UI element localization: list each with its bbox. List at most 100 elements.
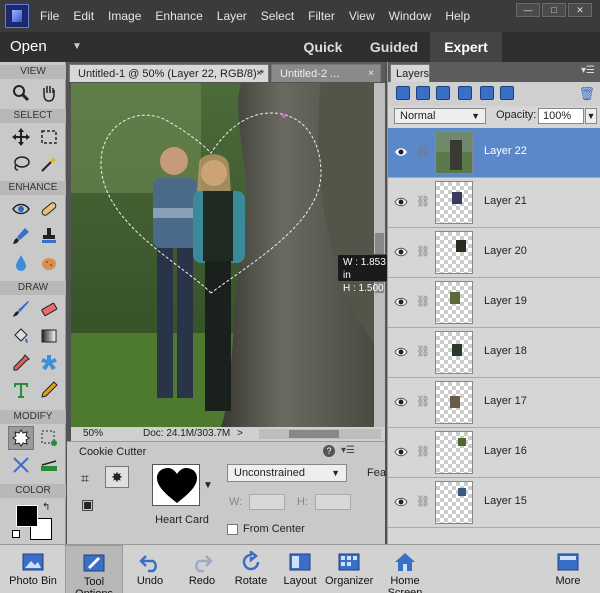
gradient-icon[interactable] [36, 324, 62, 348]
shape-picker[interactable] [152, 464, 200, 506]
organizer-button[interactable]: Organizer [325, 545, 373, 593]
visibility-eye-icon[interactable] [394, 495, 408, 509]
menu-window[interactable]: Window [389, 9, 432, 23]
maximize-button[interactable]: □ [542, 3, 566, 17]
more-button[interactable]: More [548, 545, 588, 593]
mode-expert-tab[interactable]: Expert [430, 32, 502, 62]
layer-row[interactable]: ⛓ Layer 20 [388, 228, 600, 278]
undo-button[interactable]: Undo [128, 545, 172, 593]
from-center-checkbox[interactable] [227, 524, 238, 535]
height-input[interactable] [315, 494, 351, 510]
tool-options-button[interactable]: Tool Options [65, 545, 123, 593]
menu-layer[interactable]: Layer [217, 9, 247, 23]
layers-tab[interactable]: Layers [390, 64, 430, 82]
chevron-down-icon[interactable]: ▼ [72, 41, 82, 52]
close-tab-icon[interactable]: × [256, 65, 262, 83]
move-icon[interactable] [8, 125, 34, 149]
hand-icon[interactable] [36, 81, 62, 105]
layout-button[interactable]: Layout [278, 545, 322, 593]
visibility-eye-icon[interactable] [394, 445, 408, 459]
blur-icon[interactable] [8, 251, 34, 275]
sponge-icon[interactable] [36, 251, 62, 275]
opacity-input[interactable]: 100% [538, 108, 584, 124]
menu-select[interactable]: Select [261, 9, 294, 23]
chevron-down-icon[interactable]: ▼ [585, 108, 597, 124]
link-icon[interactable]: ⛓ [416, 345, 430, 358]
link-icon[interactable]: ⛓ [416, 245, 430, 258]
pencil-icon[interactable] [36, 378, 62, 402]
link-icon[interactable]: ⛓ [416, 395, 430, 408]
zoom-level[interactable]: 50% [83, 427, 103, 441]
chevron-down-icon[interactable]: ▼ [203, 480, 213, 491]
visibility-eye-icon[interactable] [394, 195, 408, 209]
cookie-cutter-icon[interactable] [8, 426, 34, 450]
magic-wand-icon[interactable] [36, 152, 62, 176]
link-icon[interactable]: ⛓ [416, 445, 430, 458]
redo-button[interactable]: Redo [180, 545, 224, 593]
home-screen-button[interactable]: Home Screen [374, 545, 436, 593]
eraser-icon[interactable] [36, 297, 62, 321]
document-tab-untitled-2[interactable]: Untitled-2 ... × [271, 64, 381, 82]
layer-row[interactable]: ⛓ Layer 15 [388, 478, 600, 528]
visibility-eye-icon[interactable] [394, 295, 408, 309]
layer-row[interactable]: ⛓ Layer 21 [388, 178, 600, 228]
layer-row[interactable]: ⛓ Layer 19 [388, 278, 600, 328]
document-tab-untitled-1[interactable]: Untitled-1 @ 50% (Layer 22, RGB/8) * × [69, 64, 269, 82]
image-canvas[interactable] [71, 83, 374, 427]
clone-stamp-icon[interactable] [36, 224, 62, 248]
red-eye-icon[interactable] [8, 197, 34, 221]
cookie-cutter-icon[interactable]: ✸ [105, 466, 129, 488]
minimize-button[interactable]: — [516, 3, 540, 17]
panel-menu-icon[interactable]: ▾☰ [341, 445, 355, 456]
smart-brush-icon[interactable] [8, 224, 34, 248]
paint-bucket-icon[interactable] [8, 324, 34, 348]
default-colors-icon[interactable] [12, 530, 20, 538]
zoom-icon[interactable] [8, 81, 34, 105]
type-icon[interactable] [8, 378, 34, 402]
menu-image[interactable]: Image [108, 9, 141, 23]
custom-shape-icon[interactable] [36, 351, 62, 375]
brush-icon[interactable] [8, 297, 34, 321]
layer-row[interactable]: ⛓ Layer 16 [388, 428, 600, 478]
trash-icon[interactable]: 🗑 [578, 86, 595, 102]
rotate-button[interactable]: Rotate [230, 545, 272, 593]
foreground-color-swatch[interactable] [16, 505, 38, 527]
content-aware-move-icon[interactable] [8, 453, 34, 477]
link-icon[interactable]: ⛓ [416, 195, 430, 208]
visibility-eye-icon[interactable] [394, 345, 408, 359]
crop-icon[interactable]: ⌗ [81, 470, 89, 487]
menu-view[interactable]: View [349, 9, 375, 23]
lock-transparency-icon[interactable] [480, 86, 494, 100]
layer-row[interactable]: ⛓ Layer 17 [388, 378, 600, 428]
visibility-eye-icon[interactable] [394, 245, 408, 259]
link-icon[interactable]: ⛓ [416, 295, 430, 308]
mode-quick-tab[interactable]: Quick [295, 32, 351, 62]
mode-guided-tab[interactable]: Guided [360, 32, 428, 62]
visibility-eye-icon[interactable] [394, 145, 408, 159]
panel-menu-icon[interactable]: ▾☰ [581, 65, 595, 76]
horizontal-scrollbar[interactable] [259, 429, 381, 439]
link-icon[interactable]: ⛓ [416, 495, 430, 508]
layer-row[interactable]: ⛓ Layer 22 [388, 128, 600, 178]
constraint-dropdown[interactable]: Unconstrained ▼ [227, 464, 347, 482]
photo-bin-button[interactable]: Photo Bin [8, 545, 58, 593]
menu-file[interactable]: File [40, 9, 59, 23]
menu-enhance[interactable]: Enhance [155, 9, 202, 23]
blend-mode-dropdown[interactable]: Normal ▼ [394, 108, 486, 124]
lock-all-icon[interactable] [500, 86, 514, 100]
link-icon[interactable]: ⛓ [416, 145, 430, 158]
image-icon[interactable]: ▣ [81, 496, 94, 513]
menu-filter[interactable]: Filter [308, 9, 335, 23]
open-button[interactable]: Open [10, 32, 47, 62]
lasso-icon[interactable] [8, 152, 34, 176]
healing-brush-icon[interactable] [36, 197, 62, 221]
layer-row[interactable]: ⛓ Layer 18 [388, 328, 600, 378]
layer-mask-icon[interactable] [458, 86, 472, 100]
swap-colors-icon[interactable]: ↰ [42, 502, 50, 513]
close-button[interactable]: ✕ [568, 3, 592, 17]
width-input[interactable] [249, 494, 285, 510]
scroll-thumb[interactable] [289, 430, 339, 438]
marquee-icon[interactable] [36, 125, 62, 149]
new-layer-icon[interactable] [396, 86, 410, 100]
help-icon[interactable]: ? [323, 445, 335, 457]
